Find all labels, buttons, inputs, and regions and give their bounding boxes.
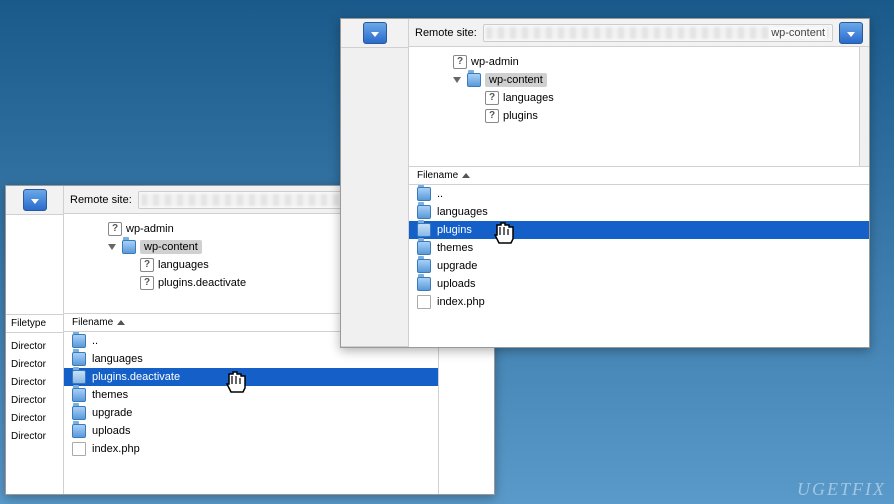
list-item[interactable]: languages [409,203,869,221]
filename-col-header: Filename [72,317,113,328]
folder-icon [122,240,136,254]
disclosure-icon[interactable] [453,75,463,85]
dropdown-icon[interactable] [363,22,387,44]
list-item[interactable]: themes [409,239,869,257]
tree-label: wp-content [140,240,202,254]
folder-icon [72,334,86,348]
list-item[interactable]: themes [64,386,438,404]
strip-row[interactable]: Director [6,429,63,447]
sort-caret-icon [117,320,125,325]
tree-label: wp-admin [471,56,519,68]
strip-row[interactable]: Director [6,393,63,411]
question-icon: ? [140,258,154,272]
path-dropdown-icon[interactable] [839,22,863,44]
tree-item[interactable]: wp-content [413,71,865,89]
back-strip-top [6,186,63,215]
folder-icon [417,241,431,255]
list-item[interactable]: uploads [64,422,438,440]
list-item[interactable]: index.php [64,440,438,458]
back-strip-list: Director Director Director Director Dire… [6,333,63,447]
folder-icon [417,205,431,219]
filetype-col-header: Filetype [11,318,46,329]
back-file-list: .. languages plugins.deactivate themes u… [64,332,438,494]
file-label: uploads [437,278,476,290]
list-item[interactable]: uploads [409,275,869,293]
folder-icon [417,277,431,291]
tree-label: languages [158,259,209,271]
watermark: UGETFIX [797,479,886,500]
list-item[interactable]: upgrade [64,404,438,422]
file-label: languages [92,353,143,365]
file-label: plugins [437,224,472,236]
question-icon: ? [485,109,499,123]
remote-site-label: Remote site: [415,27,477,39]
folder-icon [417,187,431,201]
tree-label: plugins [503,110,538,122]
file-label: .. [92,335,98,347]
back-strip-mid [6,215,63,315]
file-label: uploads [92,425,131,437]
back-strip-header[interactable]: Filetype [6,315,63,333]
front-strip-top [341,19,408,48]
file-label: upgrade [92,407,132,419]
tree-scrollbar[interactable] [859,47,869,166]
front-file-list: .. languages plugins themes upgrade uplo… [409,185,869,347]
folder-icon [467,73,481,87]
front-tree: ? wp-admin wp-content ? languages ? plug… [409,47,869,167]
file-label: .. [437,188,443,200]
tree-label: plugins.deactivate [158,277,246,289]
remote-path-input[interactable]: wp-content [483,24,833,42]
folder-icon [72,388,86,402]
front-list-header[interactable]: Filename [409,167,869,185]
question-icon: ? [485,91,499,105]
folder-icon [72,370,86,384]
file-label: languages [437,206,488,218]
question-icon: ? [453,55,467,69]
front-main: Remote site: wp-content ? wp-admin wp-co… [409,19,869,347]
folder-icon [417,259,431,273]
list-item[interactable]: languages [64,350,438,368]
remote-site-label: Remote site: [70,194,132,206]
path-suffix: wp-content [769,27,827,39]
tree-item[interactable]: ? plugins [413,107,865,125]
sort-caret-icon [462,173,470,178]
file-icon [417,295,431,309]
tree-item[interactable]: ? wp-admin [413,53,865,71]
tree-item[interactable]: ? languages [413,89,865,107]
back-left-strip: Filetype Director Director Director Dire… [6,186,64,494]
tree-label: languages [503,92,554,104]
tree-label: wp-content [485,73,547,87]
file-label: index.php [92,443,140,455]
front-window: Remote site: wp-content ? wp-admin wp-co… [340,18,870,348]
file-label: themes [92,389,128,401]
file-icon [72,442,86,456]
front-header: Remote site: wp-content [409,19,869,47]
file-label: themes [437,242,473,254]
list-item-selected[interactable]: plugins.deactivate [64,368,438,386]
folder-icon [417,223,431,237]
disclosure-icon[interactable] [108,242,118,252]
filename-col-header: Filename [417,170,458,181]
file-label: index.php [437,296,485,308]
question-icon: ? [140,276,154,290]
front-left-strip [341,19,409,347]
dropdown-icon[interactable] [23,189,47,211]
strip-row[interactable]: Director [6,357,63,375]
folder-icon [72,424,86,438]
file-label: plugins.deactivate [92,371,180,383]
question-icon: ? [108,222,122,236]
folder-icon [72,352,86,366]
list-item[interactable]: .. [409,185,869,203]
list-item-selected[interactable]: plugins [409,221,869,239]
tree-label: wp-admin [126,223,174,235]
strip-row[interactable]: Director [6,375,63,393]
list-item[interactable]: upgrade [409,257,869,275]
strip-row[interactable]: Director [6,339,63,357]
list-item[interactable]: index.php [409,293,869,311]
file-label: upgrade [437,260,477,272]
folder-icon [72,406,86,420]
front-strip-mid [341,48,408,347]
strip-row[interactable]: Director [6,411,63,429]
